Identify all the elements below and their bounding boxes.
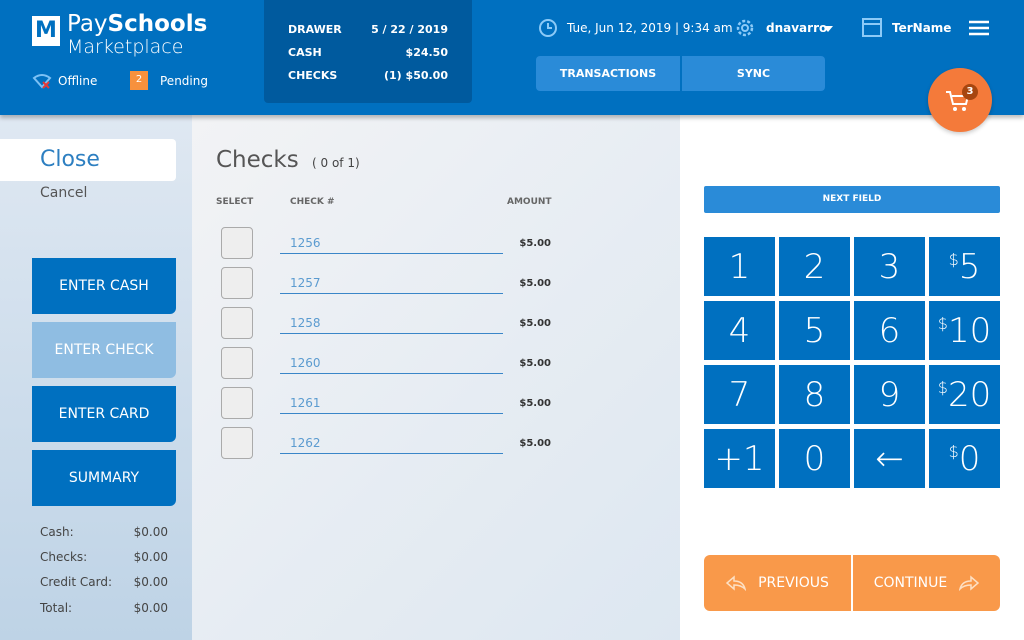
keypad-key[interactable]: ← [854,429,925,488]
select-checkbox[interactable] [221,427,253,459]
keypad-key[interactable]: 5 [779,301,850,360]
select-checkbox[interactable] [221,267,253,299]
column-header-select: SELECT [216,197,254,207]
select-checkbox[interactable] [221,227,253,259]
continue-button[interactable]: CONTINUE [853,555,1000,611]
summary-total: Total: $0.00 [40,601,168,615]
sidebar: Close Cancel ENTER CASH ENTER CHECK ENTE… [0,115,192,640]
offline-status: Offline [58,74,98,88]
continue-label: CONTINUE [873,575,948,591]
chevron-down-icon[interactable] [823,26,833,37]
summary-checks: Checks: $0.00 [40,550,168,564]
keypad-key[interactable]: $0 [929,429,1000,488]
select-checkbox[interactable] [221,347,253,379]
select-checkbox[interactable] [221,307,253,339]
check-number-input[interactable]: 1258 [280,312,503,334]
check-amount: $5.00 [519,358,551,369]
cancel-button[interactable]: Cancel [40,185,87,201]
keypad-key[interactable]: +1 [704,429,775,488]
summary-credit-card: Credit Card: $0.00 [40,575,168,589]
keypad-key[interactable]: $5 [929,237,1000,296]
keypad-key[interactable]: 3 [854,237,925,296]
check-number-input[interactable]: 1256 [280,232,503,254]
keypad-key[interactable]: $10 [929,301,1000,360]
drawer-cash-row: CASH $24.50 [288,46,448,59]
summary-button[interactable]: SUMMARY [32,450,176,506]
cart-button[interactable]: 3 [928,68,992,132]
page-title: Checks [216,147,299,173]
enter-cash-button[interactable]: ENTER CASH [32,258,176,314]
summary-cash: Cash: $0.00 [40,525,168,539]
brand-sub: Marketplace [67,36,184,58]
datetime: Tue, Jun 12, 2019 | 9:34 am [567,21,733,35]
next-field-button[interactable]: NEXT FIELD [704,186,1000,213]
brand-name: PaySchools [67,11,208,37]
keypad-key[interactable]: $20 [929,365,1000,424]
drawer-summary: DRAWER 5 / 22 / 2019 CASH $24.50 CHECKS (1)… [264,0,472,103]
arrow-right-icon [959,575,980,591]
checks-count: ( 0 of 1) [312,156,360,170]
keypad-key[interactable]: 1 [704,237,775,296]
tab-sync[interactable]: SYNC [682,56,825,91]
check-amount: $5.00 [519,278,551,289]
pending-count-badge: 2 [130,71,148,90]
check-amount: $5.00 [519,238,551,249]
hamburger-menu-icon[interactable] [968,19,990,37]
arrow-left-icon [726,575,747,591]
keypad-key[interactable]: 6 [854,301,925,360]
clock-icon [539,19,557,37]
user-menu[interactable]: dnavarro [766,21,827,35]
tab-transactions[interactable]: TRANSACTIONS [536,56,680,91]
drawer-row: DRAWER 5 / 22 / 2019 [288,23,448,36]
drawer-checks-row: CHECKS (1) $50.00 [288,69,448,82]
close-button[interactable]: Close [0,139,176,181]
previous-label: PREVIOUS [758,575,829,591]
select-checkbox[interactable] [221,387,253,419]
check-amount: $5.00 [519,438,551,449]
column-header-check: CHECK # [290,197,335,207]
check-number-input[interactable]: 1257 [280,272,503,294]
previous-button[interactable]: PREVIOUS [704,555,851,611]
gear-icon [736,19,754,37]
check-number-input[interactable]: 1262 [280,432,503,454]
check-number-input[interactable]: 1260 [280,352,503,374]
column-header-amount: AMOUNT [507,197,552,207]
keypad-key[interactable]: 9 [854,365,925,424]
check-amount: $5.00 [519,398,551,409]
checks-panel: Checks ( 0 of 1) SELECT CHECK # AMOUNT 1… [192,115,680,640]
keypad-key[interactable]: 2 [779,237,850,296]
cart-count-badge: 3 [962,84,978,100]
pending-label[interactable]: Pending [160,74,208,88]
terminal-icon [862,18,882,37]
terminal-name: TerName [892,21,952,35]
offline-icon [32,74,52,89]
check-amount: $5.00 [519,318,551,329]
keypad-key[interactable]: 7 [704,365,775,424]
keypad-key[interactable]: 8 [779,365,850,424]
enter-check-button[interactable]: ENTER CHECK [32,322,176,378]
logo-icon: M [32,16,60,46]
check-number-input[interactable]: 1261 [280,392,503,414]
keypad-key[interactable]: 0 [779,429,850,488]
header: M PaySchools Marketplace Offline 2 Pendi… [0,0,1024,115]
enter-card-button[interactable]: ENTER CARD [32,386,176,442]
keypad-key[interactable]: 4 [704,301,775,360]
